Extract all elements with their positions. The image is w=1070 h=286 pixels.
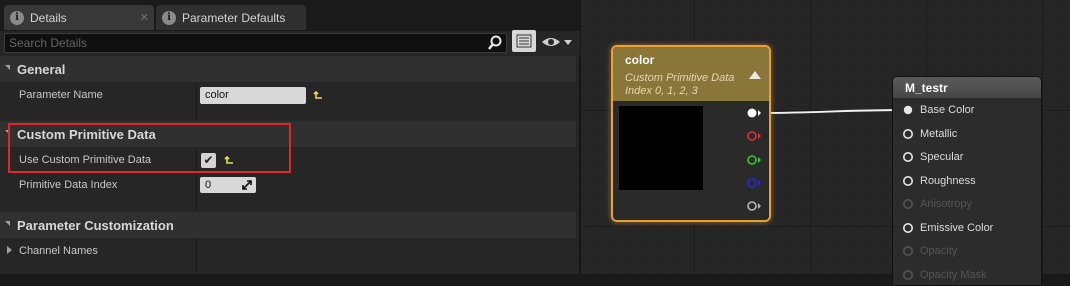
color-preview-swatch [619,106,703,190]
input-pin-icon[interactable] [902,104,914,116]
tab-bar: i Details ✕ i Parameter Defaults [0,0,580,31]
primitive-data-index-input[interactable]: 0 [200,177,256,193]
search-box[interactable] [4,33,507,53]
material-input-metallic[interactable]: Metallic [902,126,957,142]
info-icon: i [162,10,176,25]
search-row [0,31,580,55]
list-icon [516,34,532,48]
collapse-arrow-icon[interactable] [5,221,10,226]
close-icon[interactable]: ✕ [140,11,149,24]
material-input-opacity-mask: Opacity Mask [902,267,987,283]
material-input-emissive-color[interactable]: Emissive Color [902,220,993,236]
category-parameter-customization[interactable]: Parameter Customization [0,212,576,238]
input-pin-icon [903,269,913,280]
output-pin-white[interactable] [747,107,763,119]
column-divider[interactable] [196,173,197,211]
column-divider[interactable] [196,82,197,120]
input-pin-icon[interactable] [902,128,914,140]
column-divider[interactable] [196,238,197,274]
node-title: M_testr [905,81,948,95]
input-label: Specular [920,151,964,163]
tab-parameter-defaults[interactable]: i Parameter Defaults [156,5,306,30]
category-label: General [17,62,66,77]
material-input-roughness[interactable]: Roughness [902,173,976,189]
search-icon[interactable] [486,35,504,51]
material-input-base-color[interactable]: Base Color [902,102,974,118]
node-subtitle-line: Index 0, 1, 2, 3 [625,85,698,97]
input-pin-icon[interactable] [902,222,914,234]
category-label: Parameter Customization [17,218,174,233]
drag-handle-icon[interactable] [242,180,252,190]
input-label: Emissive Color [920,221,994,234]
input-pin-icon [903,199,913,209]
input-pin-icon[interactable] [902,175,914,187]
tab-label: Details [30,10,67,25]
node-subtitle-line: Custom Primitive Data [625,72,735,84]
expand-arrow-icon[interactable] [7,246,12,254]
material-input-opacity: Opacity [902,243,957,259]
input-label: Anisotropy [920,198,972,210]
reset-to-default-icon[interactable] [313,91,324,101]
output-pin-green[interactable] [747,154,763,166]
node-title: color [625,53,655,67]
numeric-value: 0 [205,179,212,191]
node-subtitle: Custom Primitive Data Index 0, 1, 2, 3 [625,72,734,98]
output-pin-red[interactable] [747,130,763,142]
property-row-channel-names[interactable]: Channel Names [0,238,576,274]
property-label: Parameter Name [19,89,103,101]
input-label: Roughness [920,174,976,187]
parameter-name-input[interactable]: color [200,87,306,104]
input-pin-icon [903,246,913,256]
category-general[interactable]: General [0,56,576,82]
details-panel: i Details ✕ i Parameter Defaults Search … [0,0,580,274]
input-label: Opacity Mask [920,268,987,281]
eye-icon[interactable] [540,33,576,51]
property-label: Primitive Data Index [19,179,118,191]
input-label: Opacity [920,245,958,257]
collapse-arrow-icon[interactable] [5,65,10,70]
tab-label: Parameter Defaults [182,10,286,25]
collapse-preview-icon[interactable] [749,71,761,79]
property-label: Channel Names [19,245,98,257]
search-input[interactable] [9,35,479,51]
info-icon: i [10,10,24,25]
input-label: Metallic [920,127,958,140]
input-pin-icon[interactable] [902,151,914,163]
material-input-anisotropy: Anisotropy [902,196,972,212]
highlight-box [8,123,291,173]
output-pin-alpha[interactable] [747,200,763,212]
view-options-button[interactable] [512,30,536,52]
property-row-parameter-name: Parameter Name color [0,82,576,120]
material-input-specular[interactable]: Specular [902,149,963,165]
output-pin-blue[interactable] [747,177,763,189]
tab-details[interactable]: i Details ✕ [4,5,154,30]
property-row-primitive-data-index: Primitive Data Index 0 [0,173,576,211]
input-label: Base Color [920,104,975,116]
